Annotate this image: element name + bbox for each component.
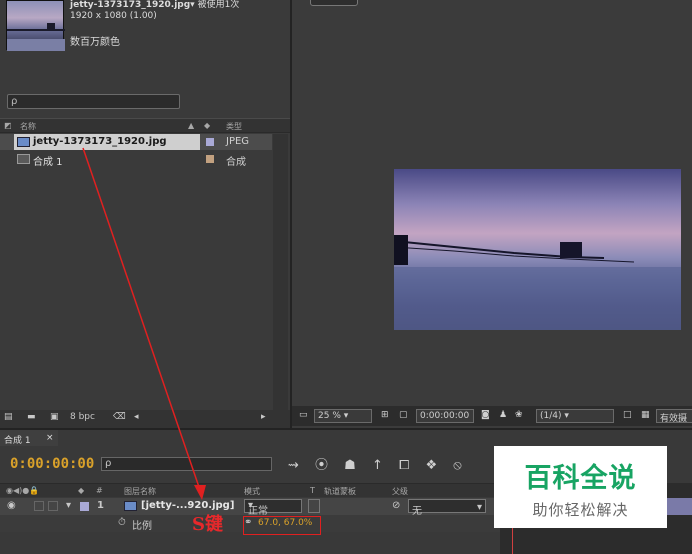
annotation-highlight-box <box>243 516 321 535</box>
annotation-key-label: S键 <box>192 514 223 535</box>
watermark-title: 百科全说 <box>524 463 637 494</box>
watermark: 百科全说 助你轻松解决 <box>494 446 667 528</box>
watermark-subtitle: 助你轻松解决 <box>532 501 629 519</box>
